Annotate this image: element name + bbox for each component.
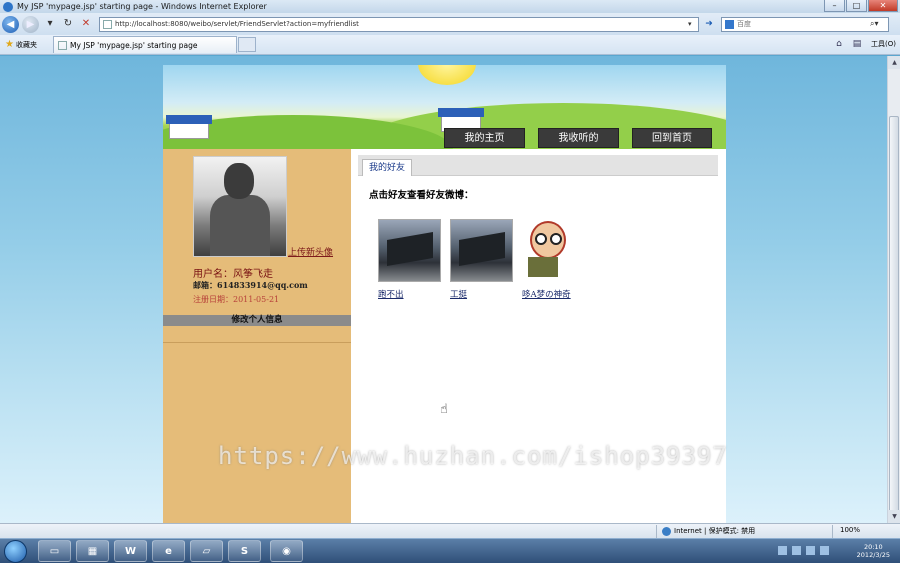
divider (163, 342, 351, 343)
favorites-button[interactable]: 收藏夹 (16, 40, 37, 50)
back-button[interactable]: ◀ (2, 15, 19, 33)
security-zone[interactable]: Internet | 保护模式: 禁用 (662, 526, 755, 536)
friend-avatar[interactable] (522, 219, 585, 282)
header-banner: 我的主页 我收听的 回到首页 (163, 65, 726, 149)
section-header: 我的好友 (358, 155, 718, 176)
cartoon-eye (550, 233, 562, 245)
upload-avatar-link[interactable]: 上传新头像 (288, 245, 333, 258)
friend-avatar[interactable] (450, 219, 513, 282)
go-icon[interactable]: ➜ (701, 17, 717, 32)
tray-icon[interactable] (792, 546, 801, 555)
forward-button[interactable]: ▶ (22, 15, 39, 33)
watermark-text: https://www.huzhan.com/ishop39397 (218, 442, 728, 470)
window-title: My JSP 'mypage.jsp' starting page - Wind… (17, 2, 267, 11)
scroll-thumb[interactable] (889, 116, 899, 516)
refresh-icon[interactable]: ↻ (61, 17, 75, 31)
taskbar: ▭ ▦ W e ▱ S ◉ 20:10 2012/3/25 (0, 538, 900, 563)
clock-date: 2012/3/25 (856, 551, 890, 559)
hand-cursor-icon: ☝ (440, 402, 448, 417)
stop-icon[interactable]: ✕ (79, 17, 93, 31)
browser-tab[interactable]: My JSP 'mypage.jsp' starting page (52, 36, 237, 53)
address-dropdown-icon[interactable]: ▾ (688, 20, 698, 28)
avatar-head (224, 163, 254, 199)
minimize-button[interactable]: – (824, 0, 845, 12)
ie-icon (3, 1, 13, 12)
explorer-taskbar-icon[interactable]: ▭ (38, 540, 71, 562)
ie-taskbar-icon[interactable]: e (152, 540, 185, 562)
friend-item[interactable]: 跑不出 (378, 219, 442, 300)
word-taskbar-icon[interactable]: W (114, 540, 147, 562)
clock[interactable]: 20:10 2012/3/25 (857, 543, 890, 559)
register-date-text: 注册日期：2011-05-21 (193, 295, 280, 304)
nav-back-home[interactable]: 回到首页 (632, 128, 712, 148)
command-bar: ⌂ ▤ 工具(O) (827, 38, 896, 50)
start-button[interactable] (4, 540, 27, 563)
status-bar: Internet | 保护模式: 禁用 100% (0, 523, 900, 538)
clock-time: 20:10 (863, 543, 883, 551)
url-text[interactable]: http://localhost:8080/weibo/servlet/Frie… (115, 20, 688, 28)
tray-icon[interactable] (778, 546, 787, 555)
sun-graphic (418, 65, 476, 85)
app-taskbar-icon[interactable]: ▱ (190, 540, 223, 562)
eclipse-taskbar-icon[interactable]: S (228, 540, 261, 562)
edit-profile-button[interactable]: 修改个人信息 (163, 315, 351, 326)
zoom-level[interactable]: 100% (840, 526, 860, 534)
volume-icon[interactable] (820, 546, 829, 555)
vertical-scrollbar[interactable]: ▲ ▼ (887, 56, 900, 523)
address-field[interactable]: http://localhost:8080/weibo/servlet/Frie… (99, 16, 699, 32)
building-graphic (387, 231, 433, 267)
window-titlebar: My JSP 'mypage.jsp' starting page - Wind… (0, 0, 900, 13)
search-box[interactable]: ⌕▾ (721, 16, 889, 32)
page-icon (103, 19, 112, 29)
cartoon-sign (528, 257, 558, 277)
status-divider (832, 525, 833, 538)
avatar (193, 156, 287, 257)
favorites-bar: ★ 收藏夹 My JSP 'mypage.jsp' starting page … (0, 35, 900, 55)
nav-my-following[interactable]: 我收听的 (538, 128, 619, 148)
globe-icon (662, 526, 671, 536)
baidu-icon (725, 19, 734, 29)
cartoon-face (530, 221, 566, 259)
app-taskbar-icon[interactable]: ▦ (76, 540, 109, 562)
network-icon[interactable] (806, 546, 815, 555)
friend-item[interactable]: 哆A梦の神奇 (522, 219, 586, 300)
address-toolbar: ◀ ▶ ▾ ↻ ✕ http://localhost:8080/weibo/se… (0, 13, 900, 35)
scroll-up-icon[interactable]: ▲ (888, 56, 900, 69)
home-icon[interactable]: ⌂ (833, 38, 845, 50)
friend-item[interactable]: 工挺 (450, 219, 514, 300)
email-text: 邮箱：614833914@qq.com (193, 280, 308, 290)
username-text: 用户名：风筝飞走 (193, 269, 273, 280)
friend-name-link[interactable]: 跑不出 (378, 288, 442, 300)
history-dropdown-icon[interactable]: ▾ (43, 17, 57, 31)
page-menu-icon[interactable]: ▤ (851, 38, 863, 50)
nav-my-home[interactable]: 我的主页 (444, 128, 525, 148)
window-controls: – □ ✕ (823, 0, 898, 12)
avatar-body (210, 195, 270, 256)
scroll-down-icon[interactable]: ▼ (888, 510, 900, 523)
maximize-button[interactable]: □ (846, 0, 867, 12)
favorites-star-icon[interactable]: ★ (5, 39, 14, 50)
new-tab-button[interactable] (237, 37, 256, 52)
friend-name-link[interactable]: 工挺 (450, 288, 514, 300)
search-input[interactable] (737, 20, 870, 28)
friend-name-link[interactable]: 哆A梦の神奇 (522, 288, 586, 300)
tab-page-icon (57, 40, 67, 50)
close-button[interactable]: ✕ (868, 0, 898, 12)
building-graphic (459, 231, 505, 267)
search-icon[interactable]: ⌕▾ (870, 19, 888, 29)
cartoon-eye (535, 233, 547, 245)
tools-menu[interactable]: 工具(O) (871, 39, 896, 49)
tab-title: My JSP 'mypage.jsp' starting page (69, 40, 198, 50)
house-graphic (166, 115, 212, 139)
status-divider (656, 525, 657, 538)
chrome-taskbar-icon[interactable]: ◉ (270, 540, 303, 562)
system-tray: 20:10 2012/3/25 (770, 543, 890, 561)
friend-avatar[interactable] (378, 219, 441, 282)
zone-text: Internet | 保护模式: 禁用 (674, 527, 756, 535)
friends-hint: 点击好友查看好友微博： (369, 190, 474, 201)
tab-my-friends[interactable]: 我的好友 (362, 159, 413, 176)
browser-viewport: 我的主页 我收听的 回到首页 上传新头像 用户名：风筝飞走 邮箱：6148339… (0, 56, 887, 523)
